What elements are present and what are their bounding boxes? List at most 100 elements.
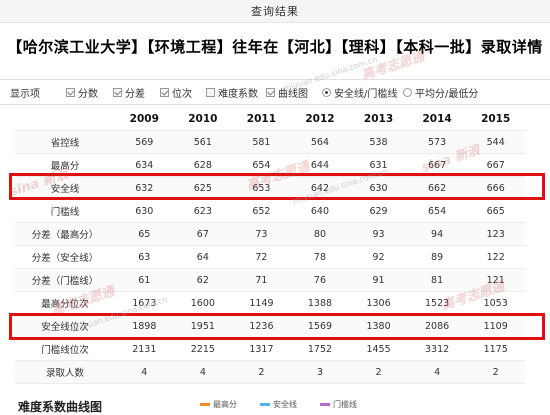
table-cell: 2215 (173, 337, 233, 361)
row-label: 录取人数 (15, 360, 115, 384)
option-score-diff-label: 分差 (125, 89, 145, 100)
highlight-safety-line-row (9, 173, 545, 200)
option-curve-chart-label: 曲线图 (278, 89, 308, 100)
table-cell: 122 (466, 245, 525, 269)
table-row: 分差（门槛线） 61 62 71 76 91 81 121 (15, 268, 525, 292)
table-header-blank (15, 108, 115, 131)
option-average-lowest[interactable]: 平均分/最低分 (403, 85, 478, 100)
year-header: 2009 (115, 108, 174, 131)
year-header: 2013 (349, 108, 408, 131)
table-cell: 1388 (290, 291, 350, 315)
checkbox-icon (160, 88, 169, 97)
table-row: 分差（安全线） 63 64 72 78 92 89 122 (15, 245, 525, 269)
option-score-diff[interactable]: 分差 (113, 85, 145, 100)
table-cell: 538 (349, 130, 408, 154)
table-cell: 94 (407, 222, 467, 246)
table-cell: 80 (290, 222, 350, 246)
highlight-safety-rank-row (9, 313, 545, 340)
option-score[interactable]: 分数 (66, 85, 98, 100)
table-cell: 93 (349, 222, 408, 246)
table-cell: 121 (466, 268, 525, 292)
legend-item-highest: 最高分 (200, 399, 237, 410)
table-cell: 92 (349, 245, 408, 269)
table-cell: 3312 (407, 337, 467, 361)
table-cell: 573 (407, 130, 467, 154)
table-cell: 1455 (349, 337, 408, 361)
table-cell: 623 (173, 199, 233, 223)
result-header-bar: 查询结果 (0, 0, 550, 23)
row-label: 分差（门槛线） (15, 268, 115, 292)
legend-label: 门槛线 (333, 400, 357, 409)
table-cell: 81 (407, 268, 467, 292)
table-row: 省控线 569 561 581 564 538 573 544 (15, 130, 525, 154)
row-label: 省控线 (15, 130, 115, 154)
table-cell: 64 (173, 245, 233, 269)
table-cell: 78 (290, 245, 350, 269)
legend-label: 最高分 (213, 400, 237, 409)
table-cell: 652 (232, 199, 291, 223)
table-header-row: 2009 2010 2011 2012 2013 2014 2015 (15, 108, 525, 131)
page-title: 【哈尔滨工业大学】【环境工程】往年在【河北】【理科】【本科一批】录取详情 (7, 38, 543, 56)
option-safety-threshold[interactable]: 安全线/门槛线 (322, 85, 397, 100)
option-difficulty[interactable]: 难度系数 (206, 85, 258, 100)
table-cell: 89 (407, 245, 467, 269)
row-label: 门槛线位次 (15, 337, 115, 361)
table-cell: 561 (173, 130, 233, 154)
row-label: 最高分位次 (15, 291, 115, 315)
option-score-label: 分数 (78, 89, 98, 100)
year-header: 2012 (290, 108, 350, 131)
result-header-title: 查询结果 (251, 5, 299, 18)
display-options-label: 显示项 (10, 89, 40, 100)
legend-item-threshold: 门槛线 (320, 399, 357, 410)
table-cell: 640 (290, 199, 350, 223)
table-cell: 1600 (173, 291, 233, 315)
table-cell: 2 (349, 360, 408, 384)
table-cell: 564 (290, 130, 350, 154)
table-cell: 65 (115, 222, 174, 246)
table-row: 分差（最高分） 65 67 73 80 93 94 123 (15, 222, 525, 246)
table-cell: 1175 (466, 337, 525, 361)
option-curve-chart[interactable]: 曲线图 (266, 85, 308, 100)
year-header: 2015 (466, 108, 525, 131)
table-cell: 62 (173, 268, 233, 292)
table-row: 录取人数 4 4 2 3 2 4 2 (15, 360, 525, 384)
legend-item-safety: 安全线 (260, 399, 297, 410)
table-cell: 665 (466, 199, 525, 223)
checkbox-icon (206, 88, 215, 97)
year-header: 2014 (407, 108, 467, 131)
table-cell: 72 (232, 245, 291, 269)
table-cell: 76 (290, 268, 350, 292)
table-cell: 1053 (466, 291, 525, 315)
radio-icon (403, 88, 412, 97)
option-safety-threshold-label: 安全线/门槛线 (334, 89, 398, 100)
year-header: 2011 (232, 108, 291, 131)
display-options-bar: 显示项 分数 分差 位次 难度系数 曲线图 安全线/门槛线 平均分/最低分 (0, 79, 550, 105)
table-cell: 4 (115, 360, 174, 384)
option-rank[interactable]: 位次 (160, 85, 192, 100)
checkbox-icon (66, 88, 75, 97)
table-cell: 4 (407, 360, 467, 384)
table-cell: 1306 (349, 291, 408, 315)
table-cell: 569 (115, 130, 174, 154)
legend-label: 安全线 (273, 400, 297, 409)
table-cell: 1752 (290, 337, 350, 361)
table-cell: 3 (290, 360, 350, 384)
year-header: 2010 (173, 108, 233, 131)
table-cell: 1317 (232, 337, 291, 361)
table-cell: 63 (115, 245, 174, 269)
row-label: 分差（安全线） (15, 245, 115, 269)
table-cell: 654 (407, 199, 467, 223)
table-cell: 71 (232, 268, 291, 292)
row-label: 分差（最高分） (15, 222, 115, 246)
table-cell: 2131 (115, 337, 174, 361)
table-cell: 581 (232, 130, 291, 154)
legend-swatch (320, 403, 330, 406)
table-cell: 1523 (407, 291, 467, 315)
option-rank-label: 位次 (172, 89, 192, 100)
table-cell: 544 (466, 130, 525, 154)
radio-icon (322, 88, 331, 97)
table-cell: 61 (115, 268, 174, 292)
legend-swatch (200, 403, 210, 406)
table-cell: 123 (466, 222, 525, 246)
row-label: 门槛线 (15, 199, 115, 223)
